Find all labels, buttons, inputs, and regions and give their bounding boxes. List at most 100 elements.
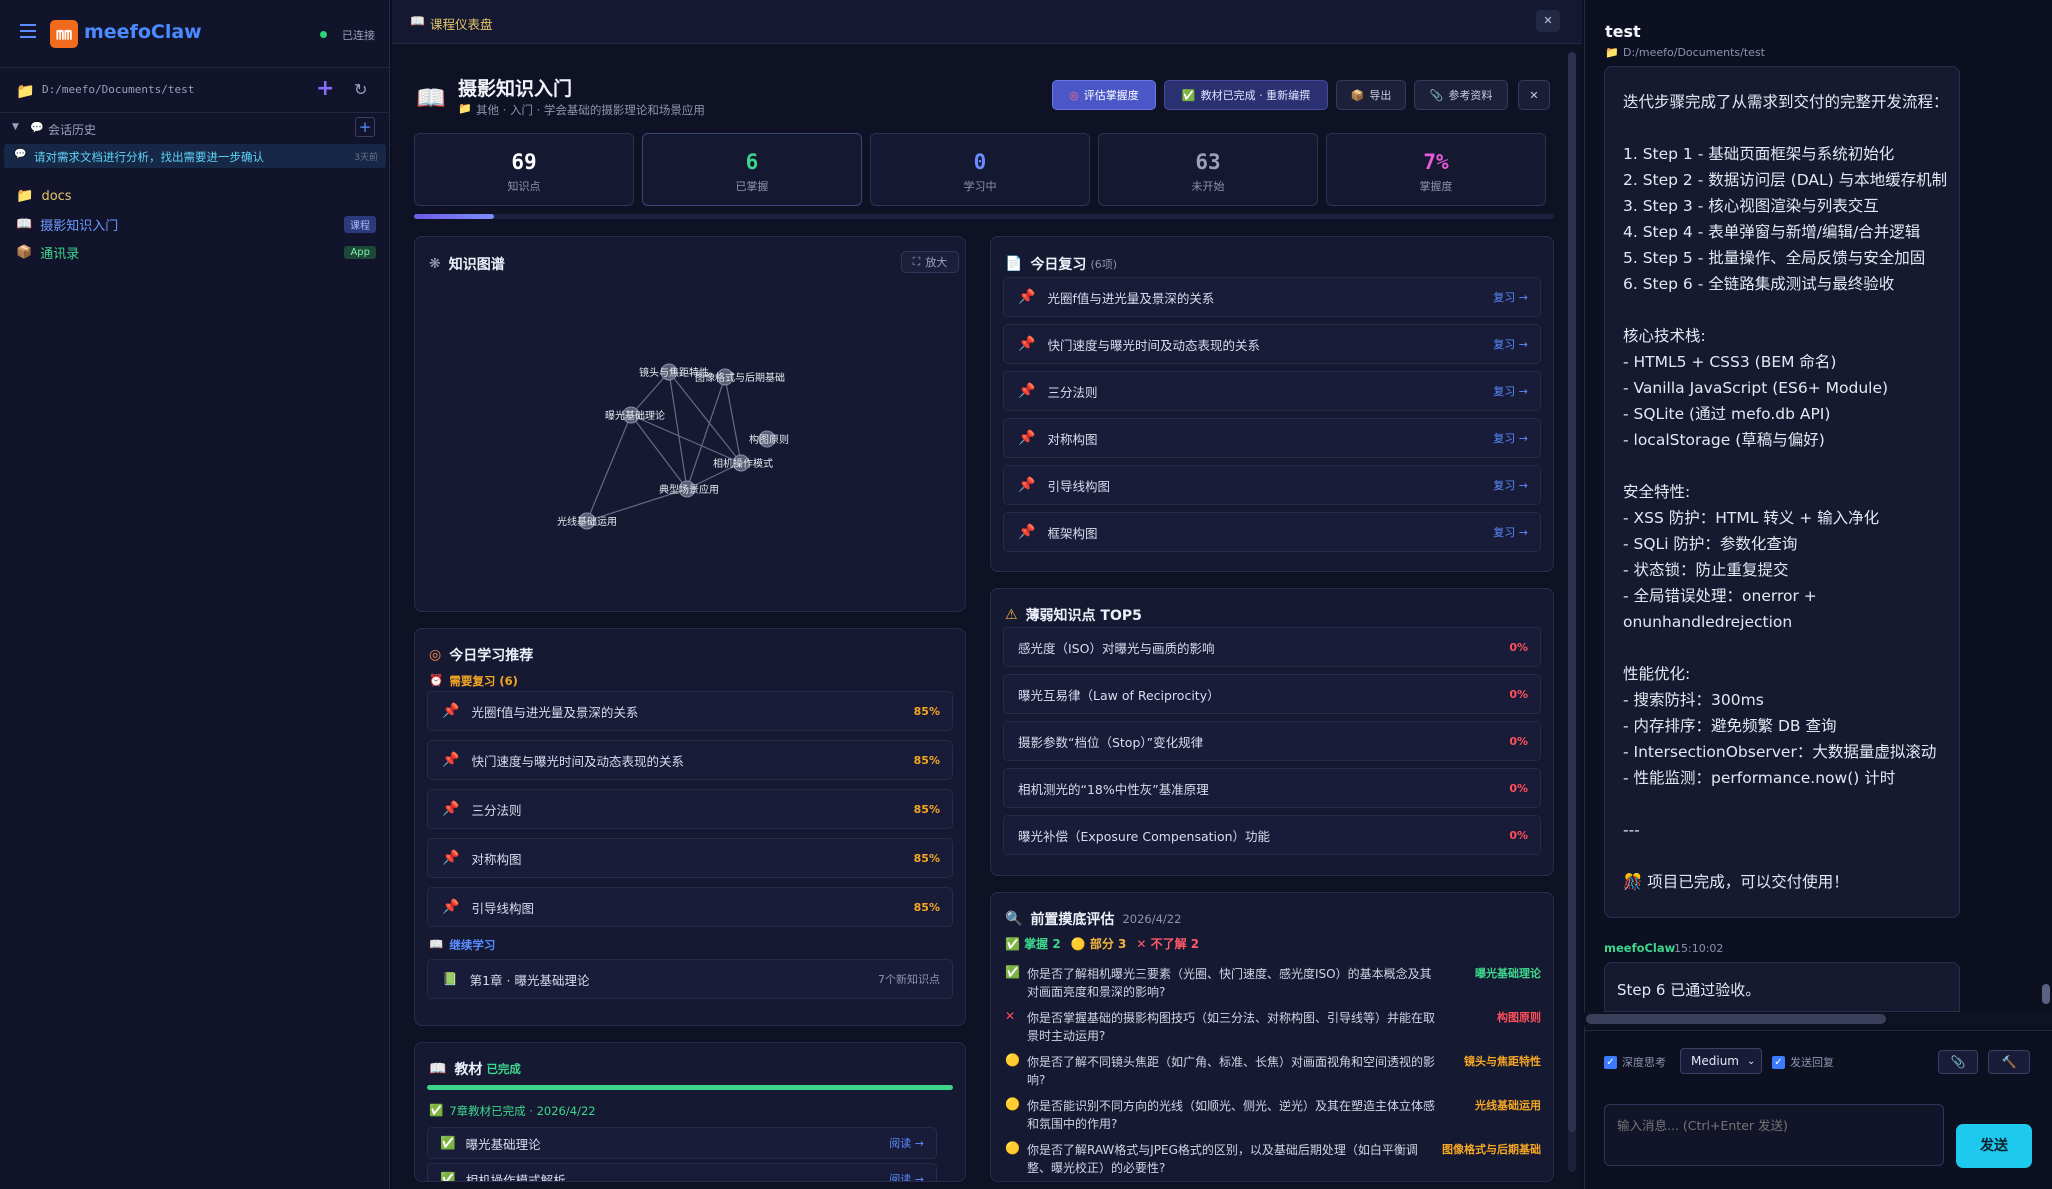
weak-item[interactable]: 曝光补偿（Exposure Compensation）功能 0% bbox=[1003, 815, 1541, 855]
weak-item[interactable]: 曝光互易律（Law of Reciprocity） 0% bbox=[1003, 674, 1541, 714]
deep-think-toggle[interactable]: ✓ 深度思考 bbox=[1604, 1054, 1666, 1070]
read-link[interactable]: 阅读 → bbox=[889, 1135, 924, 1151]
tree-item-course[interactable]: 📖 摄影知识入门 课程 bbox=[0, 210, 390, 238]
folder-icon: 📁 bbox=[16, 188, 34, 204]
recommend-item[interactable]: 📌 快门速度与曝光时间及动态表现的关系 85% bbox=[427, 740, 953, 780]
recommend-item-label: 对称构图 bbox=[471, 851, 522, 867]
message-input[interactable] bbox=[1604, 1104, 1944, 1166]
tree-item-contacts[interactable]: 📦 通讯录 App bbox=[0, 238, 390, 266]
review-link[interactable]: 复习 → bbox=[1493, 430, 1528, 446]
chevron-down-icon: ⌄ bbox=[1746, 1055, 1756, 1067]
review-item[interactable]: 📌 引导线构图 复习 → bbox=[1003, 465, 1541, 505]
weak-item-label: 相机测光的“18%中性灰”基准原理 bbox=[1018, 781, 1209, 797]
assistant-message: Step 6 已通过验收。 bbox=[1604, 962, 1960, 1012]
tree-item-docs[interactable]: 📁 docs bbox=[0, 182, 390, 210]
review-item-label: 光圈f值与进光量及景深的关系 bbox=[1047, 290, 1215, 306]
recommend-item[interactable]: 📌 引导线构图 85% bbox=[427, 887, 953, 927]
checkbox-checked-icon[interactable]: ✓ bbox=[1604, 1055, 1617, 1069]
stat-label: 知识点 bbox=[507, 180, 541, 193]
review-link[interactable]: 复习 → bbox=[1493, 336, 1528, 352]
stat-label: 学习中 bbox=[963, 180, 997, 193]
folder-icon: 📁 bbox=[458, 102, 472, 115]
recommend-item-label: 光圈f值与进光量及景深的关系 bbox=[471, 704, 639, 720]
chevron-down-icon[interactable]: ▼ bbox=[12, 122, 19, 132]
chat-scrollbar[interactable] bbox=[2042, 984, 2050, 1004]
status-dot bbox=[320, 31, 327, 38]
pin-icon: 📌 bbox=[1018, 430, 1036, 446]
checkbox-checked-icon[interactable]: ✓ bbox=[1772, 1055, 1785, 1069]
recommend-title: 今日学习推荐 bbox=[449, 648, 534, 664]
recommend-item[interactable]: 📌 光圈f值与进光量及景深的关系 85% bbox=[427, 691, 953, 731]
assessment-topic: 曝光基础理论 bbox=[1475, 967, 1541, 980]
review-item[interactable]: 📌 对称构图 复习 → bbox=[1003, 418, 1541, 458]
stat-label: 掌握度 bbox=[1419, 180, 1453, 193]
refresh-icon[interactable]: ↻ bbox=[354, 80, 367, 99]
package-icon: 📦 bbox=[1350, 88, 1365, 102]
knowledge-graph[interactable]: 镜头与焦距特性图像格式与后期基础曝光基础理论构图原则相机操作模式典型场景应用光线… bbox=[415, 237, 967, 613]
assess-button[interactable]: ◎ 评估掌握度 bbox=[1052, 80, 1156, 110]
weak-item[interactable]: 摄影参数“档位（Stop）”变化规律 0% bbox=[1003, 721, 1541, 761]
review-item[interactable]: 📌 光圈f值与进光量及景深的关系 复习 → bbox=[1003, 277, 1541, 317]
assessment-question: 你是否掌握基础的摄影构图技巧（如三分法、对称构图、引导线等）并能在取景时主动运用… bbox=[1027, 1011, 1436, 1043]
review-link[interactable]: 复习 → bbox=[1493, 477, 1528, 493]
summary-unknown: ✕ 不了解 2 bbox=[1136, 937, 1200, 951]
model-level-select[interactable]: Medium ⌄ bbox=[1680, 1048, 1762, 1074]
history-item[interactable]: 💬 请对需求文档进行分析，找出需要进一步确认 3天前 bbox=[4, 144, 386, 168]
textbook-chapter[interactable]: ✅ 相机操作模式解析 阅读 → bbox=[427, 1163, 937, 1181]
target-icon: ◎ bbox=[1069, 88, 1079, 102]
add-icon[interactable]: + bbox=[316, 76, 334, 101]
history-label: 会话历史 bbox=[48, 123, 97, 137]
recommend-item[interactable]: 📌 对称构图 85% bbox=[427, 838, 953, 878]
scrollbar[interactable] bbox=[1568, 52, 1576, 1172]
weak-item[interactable]: 相机测光的“18%中性灰”基准原理 0% bbox=[1003, 768, 1541, 808]
send-button[interactable]: 发送 bbox=[1956, 1124, 2032, 1168]
new-chat-button[interactable]: + bbox=[355, 117, 375, 137]
review-count: (6项) bbox=[1090, 258, 1118, 271]
horizontal-scrollbar[interactable] bbox=[1584, 1012, 2052, 1026]
export-button[interactable]: 📦 导出 bbox=[1336, 80, 1406, 110]
chat-bubble-icon: 💬 bbox=[30, 121, 44, 134]
check-icon: ✅ bbox=[1181, 88, 1196, 102]
stat-label: 未开始 bbox=[1191, 180, 1225, 193]
weak-item-percent: 0% bbox=[1509, 781, 1528, 795]
read-link[interactable]: 阅读 → bbox=[889, 1171, 924, 1181]
textbook-chapter[interactable]: ✅ 曝光基础理论 阅读 → bbox=[427, 1127, 937, 1159]
assessment-question: 你是否了解相机曝光三要素（光圈、快门速度、感光度ISO）的基本概念及其对画面亮度… bbox=[1027, 967, 1432, 999]
attach-button[interactable]: 📎 bbox=[1938, 1050, 1978, 1074]
message-sender: meefoClaw bbox=[1604, 941, 1676, 955]
recommend-item[interactable]: 📌 三分法则 85% bbox=[427, 789, 953, 829]
alarm-icon: ⏰ bbox=[429, 673, 444, 687]
send-reply-label: 发送回复 bbox=[1790, 1056, 1834, 1069]
review-item-label: 引导线构图 bbox=[1047, 478, 1110, 494]
menu-icon[interactable] bbox=[20, 24, 36, 38]
review-link[interactable]: 复习 → bbox=[1493, 289, 1528, 305]
send-reply-toggle[interactable]: ✓ 发送回复 bbox=[1772, 1054, 1834, 1070]
rebuild-button[interactable]: ✅ 教材已完成 · 重新编撰 bbox=[1164, 80, 1328, 110]
close-button[interactable]: ✕ bbox=[1518, 80, 1550, 110]
review-link[interactable]: 复习 → bbox=[1493, 383, 1528, 399]
graph-node-label: 相机操作模式 bbox=[713, 457, 773, 470]
chapter-row[interactable]: 📗 第1章 · 曝光基础理论 7个新知识点 bbox=[427, 959, 953, 999]
weak-item-label: 曝光补偿（Exposure Compensation）功能 bbox=[1018, 828, 1271, 844]
review-item[interactable]: 📌 快门速度与曝光时间及动态表现的关系 复习 → bbox=[1003, 324, 1541, 364]
chat-path: D:/meefo/Documents/test bbox=[1623, 46, 1765, 59]
review-item[interactable]: 📌 框架构图 复习 → bbox=[1003, 512, 1541, 552]
green-book-icon: 📗 bbox=[442, 971, 458, 986]
recommend-item-label: 快门速度与曝光时间及动态表现的关系 bbox=[471, 753, 684, 769]
tab-title[interactable]: 课程仪表盘 bbox=[430, 14, 493, 33]
book-icon: 📖 bbox=[429, 937, 444, 951]
stat-value: 0 bbox=[973, 150, 987, 174]
paperclip-icon: 📎 bbox=[1429, 88, 1444, 102]
recommend-item-label: 引导线构图 bbox=[471, 900, 534, 916]
tree-item-label: 摄影知识入门 bbox=[40, 218, 119, 234]
weak-item[interactable]: 感光度（ISO）对曝光与画质的影响 0% bbox=[1003, 627, 1541, 667]
references-button[interactable]: 📎 参考资料 bbox=[1414, 80, 1508, 110]
mastery-progress-fill bbox=[414, 214, 494, 219]
tools-button[interactable]: 🔨 bbox=[1988, 1050, 2030, 1074]
course-dashboard: 📖 课程仪表盘 ✕ 📖 摄影知识入门 📁 其他 · 入门 · 学会基础的摄影理论… bbox=[392, 0, 1582, 1189]
mastery-progress-bar bbox=[414, 214, 1554, 219]
recommend-item-percent: 85% bbox=[913, 753, 940, 767]
review-item[interactable]: 📌 三分法则 复习 → bbox=[1003, 371, 1541, 411]
close-tab-button[interactable]: ✕ bbox=[1536, 10, 1560, 32]
review-link[interactable]: 复习 → bbox=[1493, 524, 1528, 540]
